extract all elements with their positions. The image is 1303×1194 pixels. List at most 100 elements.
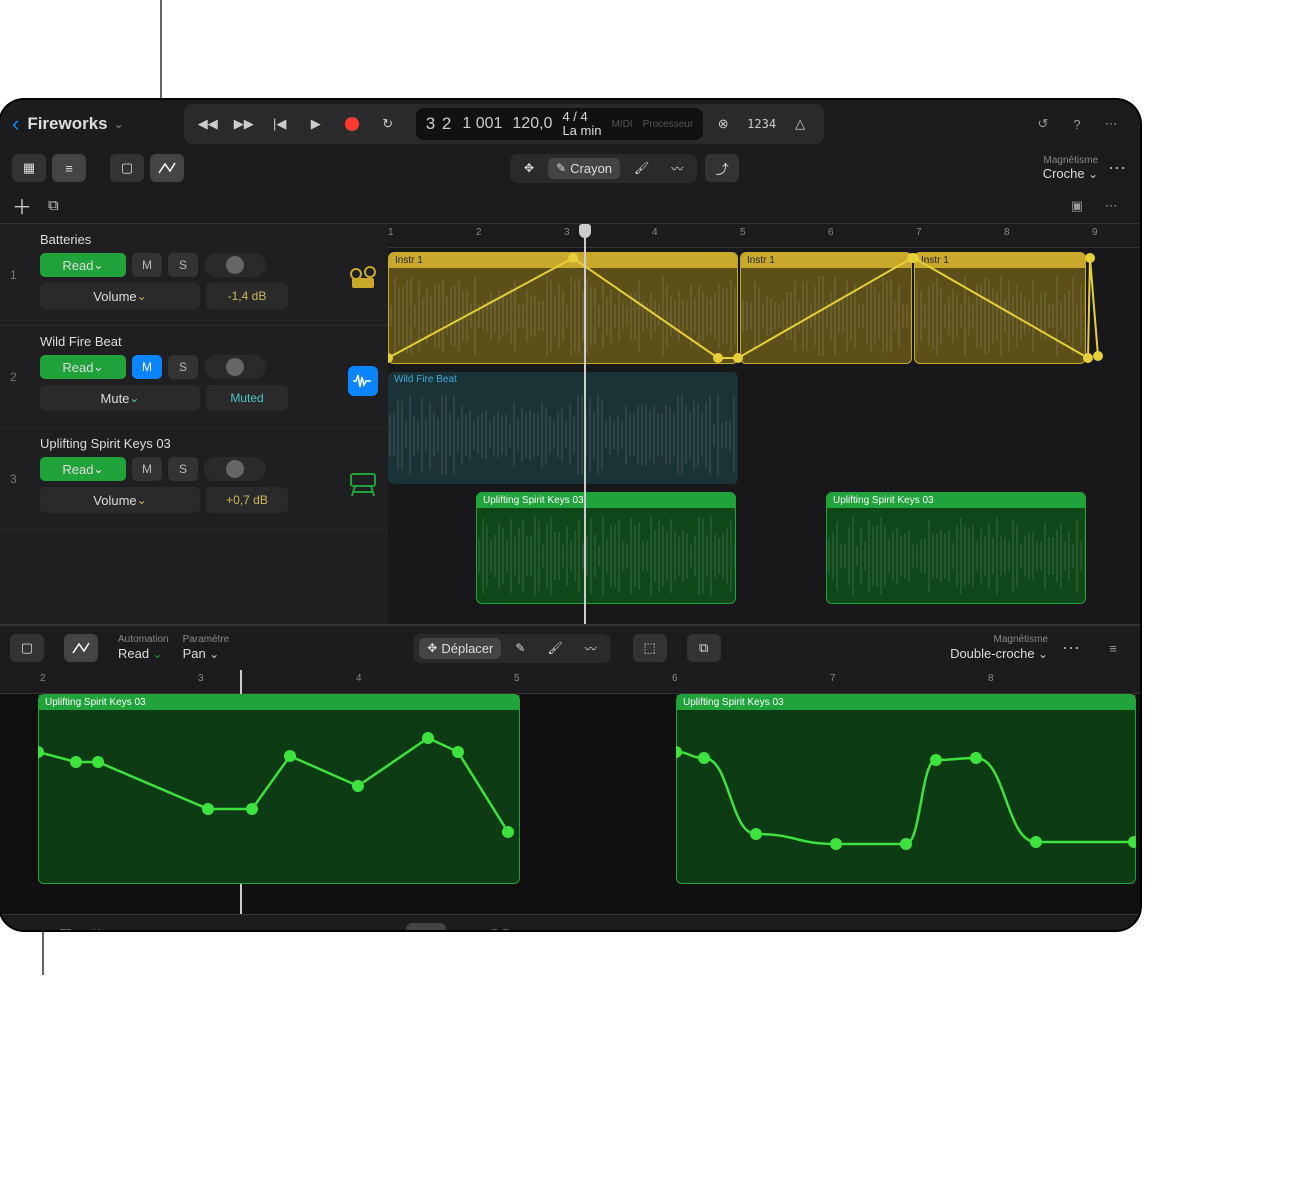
region-label: Uplifting Spirit Keys 03 (827, 493, 1085, 508)
lcd-locator: 1 001 (462, 115, 502, 133)
region[interactable]: Uplifting Spirit Keys 03 (826, 492, 1086, 604)
editor-ruler[interactable]: 2345678 (0, 670, 1140, 694)
automation-view-button[interactable] (150, 154, 184, 182)
add-track-button[interactable]: ＋ (12, 191, 32, 220)
lcd-cpu: Processeur (643, 119, 694, 130)
rewind-button[interactable]: ◀◀ (192, 110, 224, 138)
ruler-tick: 1 (388, 227, 394, 238)
automation-param-select[interactable]: Volume ⌄ (40, 283, 200, 309)
track-view-button[interactable]: ▣ (1063, 192, 1091, 220)
fader-button[interactable]: ⇅ (90, 926, 103, 931)
curve-tool[interactable]: 〰 (663, 157, 691, 180)
track-row[interactable]: 2 Wild Fire Beat Read ⌄ M S Mute ⌄ Muted (0, 326, 388, 428)
editor-curve-tool[interactable]: 〰 (577, 637, 605, 660)
automation-mode-select[interactable]: Read ⌄ (40, 355, 126, 379)
footer-settings-button[interactable]: ☼ (460, 927, 475, 931)
project-title[interactable]: Fireworks (27, 114, 107, 134)
automation-param-select[interactable]: Volume ⌄ (40, 487, 200, 513)
editor-more-button[interactable]: ⋯ (1062, 638, 1082, 659)
track-row[interactable]: 3 Uplifting Spirit Keys 03 Read ⌄ M S Vo… (0, 428, 388, 530)
pan-knob[interactable] (204, 253, 266, 277)
playhead[interactable] (584, 224, 586, 624)
snap-selector[interactable]: Magnétisme Croche ⌄ (1043, 155, 1098, 181)
trim-tool[interactable]: ⤴ (705, 154, 739, 182)
grid-view-button[interactable]: ▦ (12, 154, 46, 182)
ruler-tick: 3 (198, 673, 204, 684)
main-area: 1 Batteries Read ⌄ M S Volume ⌄ -1,4 dB … (0, 224, 1140, 624)
editor-snap-select[interactable]: Magnétisme Double-croche ⌄ (950, 634, 1048, 662)
timeline-ruler[interactable]: 123456789 (388, 224, 1140, 248)
region-lane: Uplifting Spirit Keys 03 Uplifting Spirit… (388, 488, 1140, 608)
record-button[interactable] (336, 110, 368, 138)
metronome-button[interactable]: △ (784, 110, 816, 138)
project-menu-chevron-icon[interactable]: ⌄ (114, 117, 124, 131)
editor-lane[interactable]: 2345678 Uplifting Spirit Keys 03Upliftin… (0, 670, 1140, 914)
mute-button[interactable]: M (132, 253, 162, 277)
library-button[interactable]: ♫▢ (14, 926, 41, 931)
editor-select-tool[interactable]: ⬚ (633, 634, 667, 662)
help-button[interactable]: ? (1063, 110, 1091, 138)
duplicate-track-button[interactable]: ⧉ (48, 197, 59, 214)
mute-button[interactable]: M (132, 355, 162, 379)
back-button[interactable]: ‹ (12, 111, 19, 137)
mute-button[interactable]: M (132, 457, 162, 481)
automation-value: Muted (206, 385, 288, 411)
region[interactable]: Instr 1 (914, 252, 1086, 364)
count-in-button[interactable]: 1234 (743, 110, 780, 138)
track-number: 3 (10, 472, 17, 486)
editor-param-select[interactable]: Paramètre Pan ⌄ (183, 634, 230, 662)
more-menu-button[interactable]: ⋯ (1097, 110, 1125, 138)
region-view-button[interactable]: ▢ (110, 154, 144, 182)
play-button[interactable]: ▶ (300, 110, 332, 138)
pan-knob[interactable] (204, 457, 266, 481)
brush-tool[interactable]: 🖌 (626, 158, 657, 178)
lcd-midi: MIDI (611, 119, 632, 130)
lcd-display[interactable]: 3 2 1 001 120,0 4 / 4 La min MIDI Proces… (416, 108, 703, 141)
editor-move-tool[interactable]: ✥ Déplacer (419, 638, 501, 659)
region[interactable]: Instr 1 (388, 252, 738, 364)
list-view-button[interactable]: ≡ (52, 154, 86, 182)
region-label: Uplifting Spirit Keys 03 (477, 493, 735, 508)
footer-piano-button[interactable]: ▮▮▮ (1100, 926, 1126, 931)
editor-copy-tool[interactable]: ⧉ (687, 634, 721, 662)
pan-knob[interactable] (204, 355, 266, 379)
pencil-tool[interactable]: ✎ Crayon (548, 158, 620, 179)
ruler-tick: 7 (830, 673, 836, 684)
editor-region-view-button[interactable]: ▢ (10, 634, 44, 662)
region[interactable]: Uplifting Spirit Keys 03 (476, 492, 736, 604)
tuner-button[interactable]: ⊗ (707, 110, 739, 138)
editor-list-button[interactable]: ≡ (1099, 634, 1127, 662)
automation-mode-select[interactable]: Read ⌄ (40, 253, 126, 277)
fast-forward-button[interactable]: ▶▶ (228, 110, 260, 138)
cycle-button[interactable]: ↻ (372, 110, 404, 138)
go-to-start-button[interactable]: |◀ (264, 110, 296, 138)
solo-button[interactable]: S (168, 457, 198, 481)
automation-param-select[interactable]: Mute ⌄ (40, 385, 200, 411)
arrange-area[interactable]: 123456789 Instr 1Instr 1Instr 1 Wild Fir… (388, 224, 1140, 624)
footer-pencil-button[interactable]: ✎ (406, 923, 446, 931)
region[interactable]: Wild Fire Beat (388, 372, 738, 484)
footer-mixer-button[interactable]: ⎍⎍ (489, 927, 511, 931)
toolbar-more-button[interactable]: ⋯ (1108, 158, 1128, 179)
drum-kit-icon (348, 264, 378, 294)
track-number: 1 (10, 268, 17, 282)
editor-automation-select[interactable]: Automation Read ⌄ (118, 634, 169, 662)
editor-automation-view-button[interactable] (64, 634, 98, 662)
editor-pencil-tool[interactable]: ✎ (507, 638, 533, 658)
track-row[interactable]: 1 Batteries Read ⌄ M S Volume ⌄ -1,4 dB (0, 224, 388, 326)
automation-curve-a[interactable] (38, 694, 520, 884)
solo-button[interactable]: S (168, 355, 198, 379)
editor-brush-tool[interactable]: 🖌 (539, 638, 570, 658)
track-name: Uplifting Spirit Keys 03 (40, 436, 378, 451)
undo-button[interactable]: ↺ (1029, 110, 1057, 138)
automation-curve-b[interactable] (676, 694, 1136, 884)
region[interactable]: Instr 1 (740, 252, 912, 364)
ruler-tick: 3 (564, 227, 570, 238)
view-toolbar: ▦ ≡ ▢ ✥ ✎ Crayon 🖌 〰 ⤴ Magnétisme Croche… (0, 148, 1140, 188)
track-more-button[interactable]: ⋯ (1097, 192, 1125, 220)
automation-mode-select[interactable]: Read ⌄ (40, 457, 126, 481)
move-tool[interactable]: ✥ (516, 158, 542, 178)
solo-button[interactable]: S (168, 253, 198, 277)
ruler-tick: 4 (356, 673, 362, 684)
controls-button[interactable]: ⎚ (59, 927, 72, 931)
